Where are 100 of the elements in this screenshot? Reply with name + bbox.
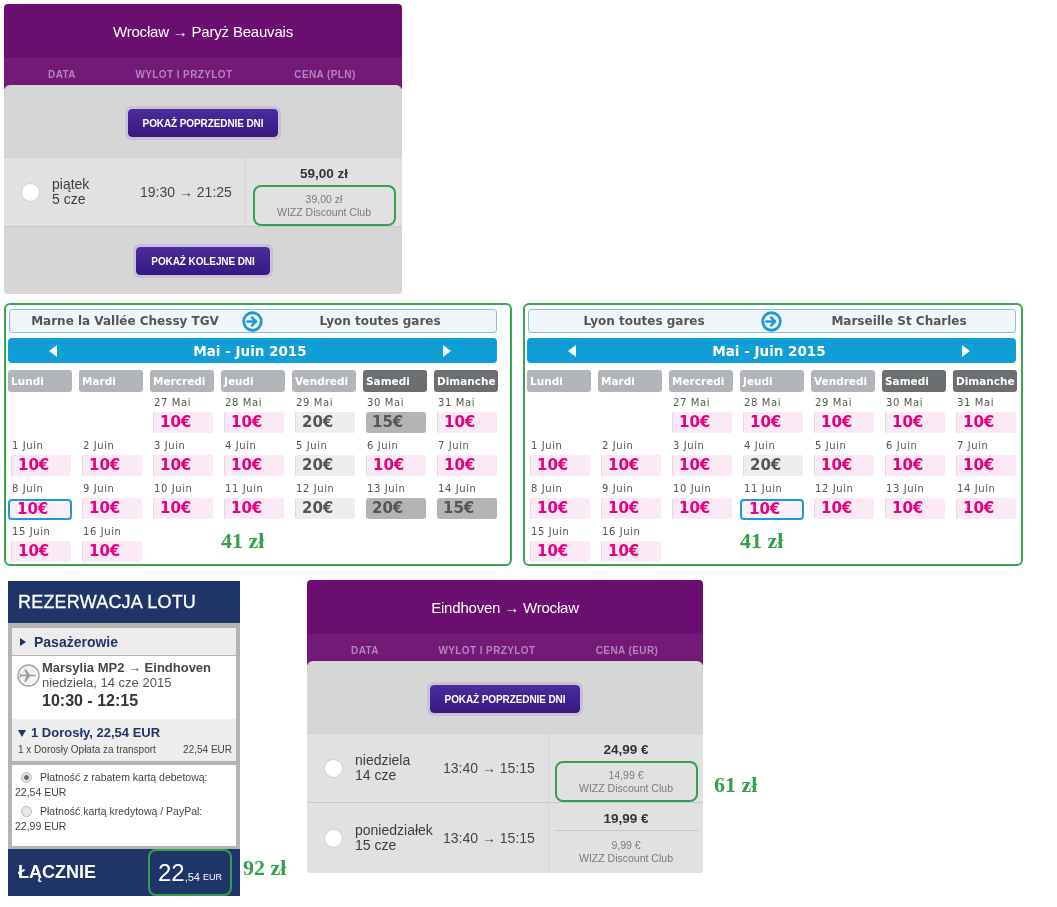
caret-left-icon[interactable] xyxy=(568,344,576,357)
booking-title: REZERWACJA LOTU xyxy=(8,581,240,623)
day-price[interactable]: 10€ xyxy=(885,412,945,433)
day-date: 29 Mai xyxy=(295,397,334,409)
weekday-header: Mercredi xyxy=(150,370,214,392)
month-title: Mai - Juin 2015 xyxy=(712,342,826,359)
column-header: WYLOT I PRZYLOT xyxy=(135,69,233,81)
radio-button[interactable] xyxy=(21,771,32,783)
day-date: 14 Juin xyxy=(437,483,477,495)
radio-button[interactable] xyxy=(21,805,32,817)
radio-button[interactable] xyxy=(324,828,343,848)
triangle-down-icon[interactable] xyxy=(18,729,26,737)
day-price[interactable]: 10€ xyxy=(530,455,590,476)
caret-right-icon[interactable] xyxy=(443,344,451,357)
day-date: 2 Juin xyxy=(82,440,115,452)
show-next-days-button[interactable]: POKAŻ KOLEJNE DNI xyxy=(133,244,273,278)
day-price[interactable]: 10€ xyxy=(224,455,284,476)
day-price[interactable]: 10€ xyxy=(437,455,497,476)
flight-row[interactable]: piątek 5 cze 19:30 → 21:25 59,00 zł 39,00 zł WIZZ Discount Club xyxy=(4,157,402,227)
weekday-header: Jeudi xyxy=(740,370,804,392)
weekday-header: Dimanche xyxy=(953,370,1017,392)
day-date: 4 Juin xyxy=(743,440,776,452)
weekday-header: Dimanche xyxy=(434,370,498,392)
annotation-note: 92 zł xyxy=(243,856,287,880)
day-price[interactable]: 10€ xyxy=(82,541,142,562)
day-price[interactable]: 10€ xyxy=(672,412,732,433)
day-price[interactable]: 20€ xyxy=(743,455,803,476)
day-price[interactable]: 10€ xyxy=(224,412,284,433)
radio-button[interactable] xyxy=(21,182,40,202)
weekday-header: Mardi xyxy=(598,370,662,392)
day-price[interactable]: 10€ xyxy=(601,541,661,562)
day-date: 10 Juin xyxy=(153,483,193,495)
day-price[interactable]: 10€ xyxy=(672,498,732,519)
day-price[interactable]: 10€ xyxy=(814,412,874,433)
day-price[interactable]: 10€ xyxy=(153,498,213,519)
day-date: 3 Juin xyxy=(153,440,186,452)
day-date: 10 Juin xyxy=(672,483,712,495)
day-price[interactable]: 10€ xyxy=(743,412,803,433)
passengers-toggle[interactable]: Pasażerowie xyxy=(12,628,236,655)
day-date: 1 Juin xyxy=(530,440,563,452)
show-previous-days-button[interactable]: POKAŻ POPRZEDNIE DNI xyxy=(426,682,584,716)
weekday-header: Samedi xyxy=(882,370,946,392)
day-date: 31 Mai xyxy=(956,397,995,409)
weekday-header: Vendredi xyxy=(292,370,356,392)
day-price[interactable]: 10€ xyxy=(601,455,661,476)
day-price[interactable]: 20€ xyxy=(295,455,355,476)
day-date: 5 Juin xyxy=(814,440,847,452)
day-price[interactable]: 10€ xyxy=(437,412,497,433)
day-date: 29 Mai xyxy=(814,397,853,409)
day-date: 27 Mai xyxy=(672,397,711,409)
club-price: 39,00 zł xyxy=(305,192,343,206)
day-price[interactable]: 10€ xyxy=(82,498,142,519)
day-price[interactable]: 15€ xyxy=(437,498,497,519)
day-date: 5 cze xyxy=(52,192,86,207)
day-price[interactable]: 10€ xyxy=(11,541,71,562)
day-price[interactable]: 10€ xyxy=(153,455,213,476)
day-price[interactable]: 10€ xyxy=(956,412,1016,433)
fare-line-amount: 22,54 EUR xyxy=(183,744,232,755)
day-date: 13 Juin xyxy=(366,483,406,495)
payment-amount: 22,54 EUR xyxy=(15,785,67,800)
day-date: 14 cze xyxy=(355,768,397,783)
day-price[interactable]: 10€ xyxy=(814,498,874,519)
radio-button[interactable] xyxy=(324,758,343,778)
day-price[interactable]: 10€ xyxy=(11,455,71,476)
day-price[interactable]: 10€ xyxy=(672,455,732,476)
station-name: Marne la Vallée Chessy TGV xyxy=(31,314,219,328)
day-price[interactable]: 20€ xyxy=(366,498,426,519)
day-price[interactable]: 10€ xyxy=(8,499,72,520)
column-header: CENA (PLN) xyxy=(294,69,356,81)
day-price[interactable]: 10€ xyxy=(601,498,661,519)
day-price[interactable]: 10€ xyxy=(956,498,1016,519)
day-price[interactable]: 10€ xyxy=(224,498,284,519)
day-price[interactable]: 20€ xyxy=(295,412,355,433)
weekday-header: Mardi xyxy=(79,370,143,392)
day-date: 11 Juin xyxy=(224,483,264,495)
annotation-note: 41 zł xyxy=(221,529,265,553)
day-price[interactable]: 10€ xyxy=(956,455,1016,476)
day-price[interactable]: 20€ xyxy=(295,498,355,519)
day-price[interactable]: 10€ xyxy=(82,455,142,476)
day-date: 7 Juin xyxy=(437,440,470,452)
day-price[interactable]: 15€ xyxy=(366,412,426,433)
annotation-note: 41 zł xyxy=(740,529,784,553)
caret-right-icon[interactable] xyxy=(962,344,970,357)
day-price[interactable]: 10€ xyxy=(153,412,213,433)
fare-price: 19,99 € xyxy=(603,811,649,827)
day-date: 9 Juin xyxy=(82,483,115,495)
day-price[interactable]: 10€ xyxy=(885,455,945,476)
caret-left-icon[interactable] xyxy=(49,344,57,357)
day-price[interactable]: 10€ xyxy=(740,499,804,520)
day-price[interactable]: 10€ xyxy=(885,498,945,519)
day-price[interactable]: 10€ xyxy=(530,541,590,562)
show-previous-days-button[interactable]: POKAŻ POPRZEDNIE DNI xyxy=(124,106,282,140)
flight-times: 19:30 → 21:25 xyxy=(140,184,233,200)
day-price[interactable]: 10€ xyxy=(366,455,426,476)
payment-amount: 22,99 EUR xyxy=(15,819,67,834)
fare-summary[interactable]: 1 Dorosły, 22,54 EUR xyxy=(31,725,161,741)
flight-row[interactable]: niedziela 14 cze 13:40 → 15:15 24,99 € 14,99 € WIZZ Discount Club xyxy=(307,733,703,803)
day-price[interactable]: 10€ xyxy=(530,498,590,519)
day-price[interactable]: 10€ xyxy=(814,455,874,476)
column-header: WYLOT I PRZYLOT xyxy=(438,645,536,657)
